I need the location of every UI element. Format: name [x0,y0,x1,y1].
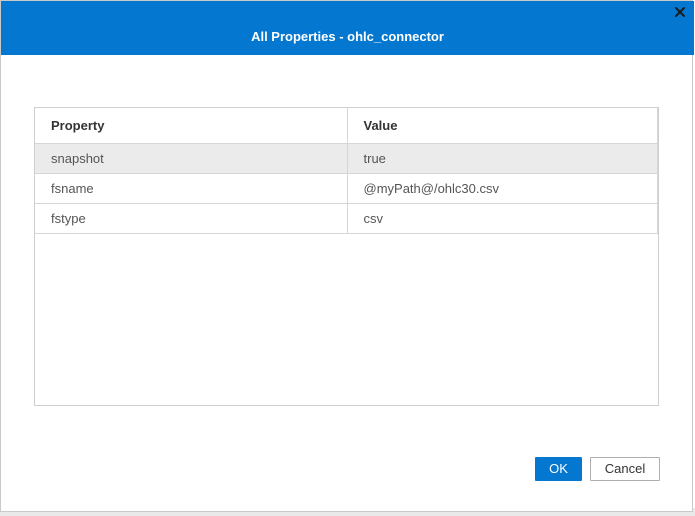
properties-grid: Property Value snapshot true fsname @myP… [34,107,659,406]
properties-table: Property Value snapshot true fsname @myP… [35,108,658,234]
close-button[interactable] [673,5,687,19]
properties-dialog: All Properties - ohlc_connector Property… [0,0,694,512]
dialog-titlebar: All Properties - ohlc_connector [1,1,694,55]
table-row[interactable]: snapshot true [35,143,658,174]
property-cell[interactable]: fsname [35,173,348,204]
cancel-button[interactable]: Cancel [590,457,660,481]
table-row[interactable]: fstype csv [35,203,658,234]
value-cell[interactable]: csv [347,203,658,234]
table-header-row: Property Value [35,108,658,144]
value-cell[interactable]: true [347,143,658,174]
close-icon [673,5,687,19]
value-cell[interactable]: @myPath@/ohlc30.csv [347,173,658,204]
table-row[interactable]: fsname @myPath@/ohlc30.csv [35,173,658,204]
property-cell[interactable]: snapshot [35,143,348,174]
dialog-title: All Properties - ohlc_connector [251,29,444,44]
column-header-value[interactable]: Value [347,108,658,144]
ok-button[interactable]: OK [535,457,582,481]
property-cell[interactable]: fstype [35,203,348,234]
column-header-property[interactable]: Property [35,108,348,144]
